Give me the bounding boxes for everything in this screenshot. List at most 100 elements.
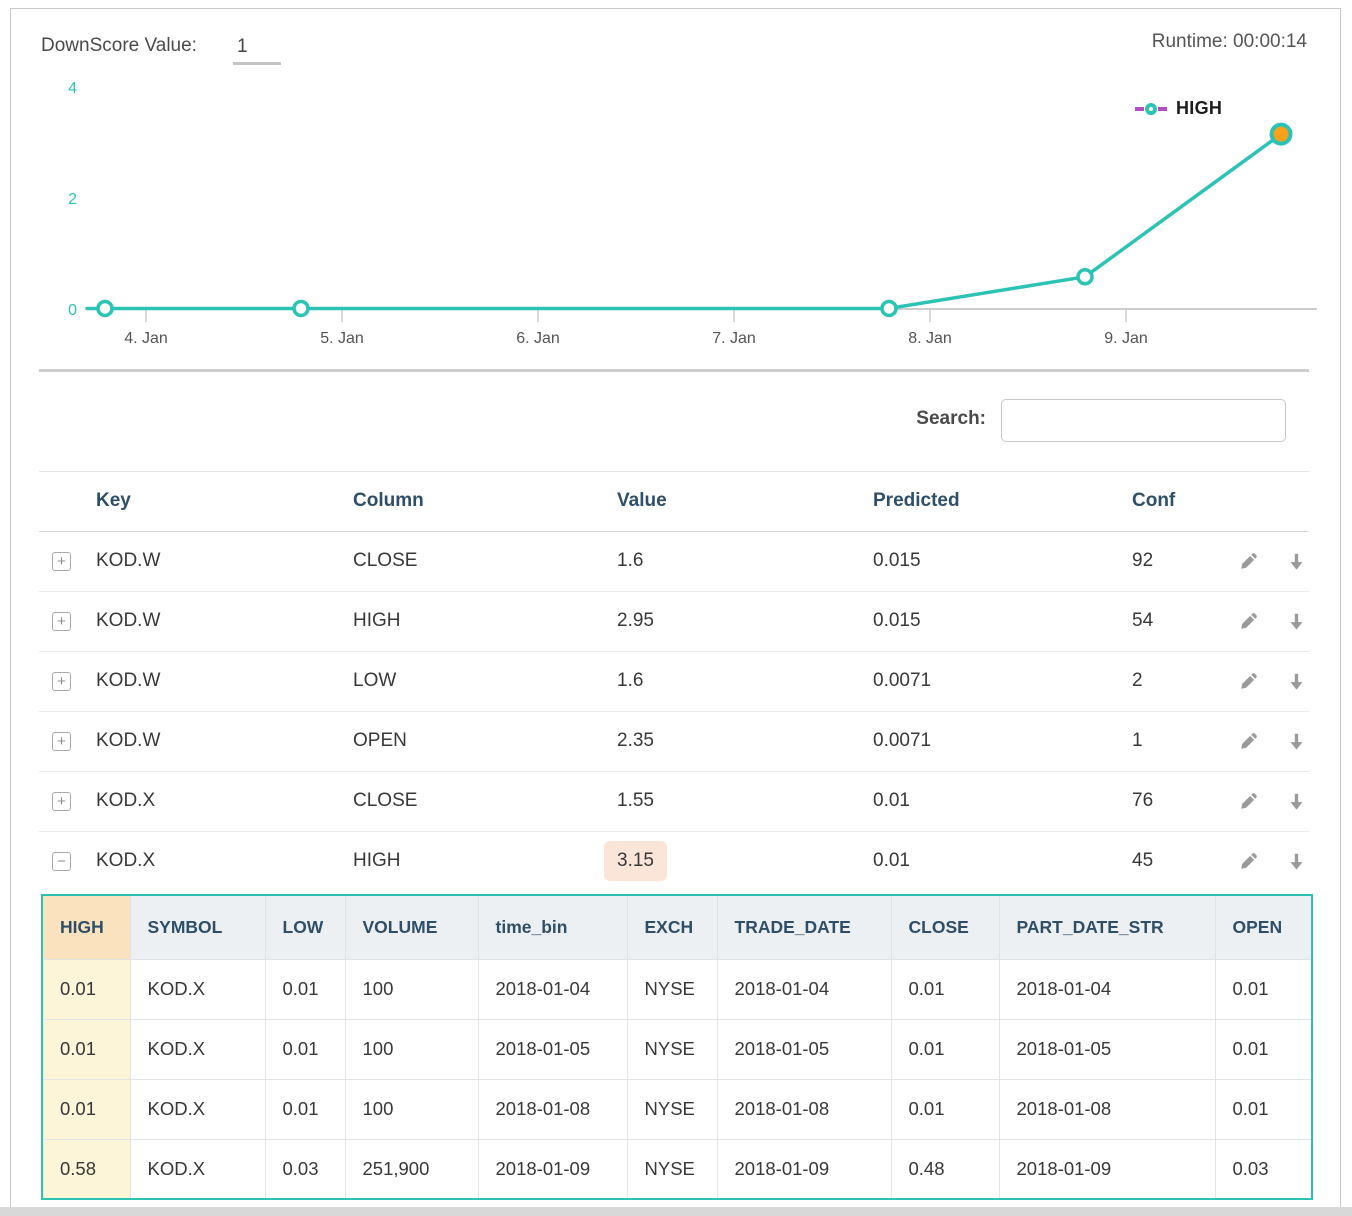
edit-button[interactable] <box>1237 672 1259 694</box>
detail-cell: NYSE <box>627 1019 717 1079</box>
detail-cell: 0.01 <box>1215 1079 1312 1139</box>
column-header-key[interactable]: Key <box>96 490 131 512</box>
edit-button[interactable] <box>1237 732 1259 754</box>
down-arrow-icon <box>1287 792 1306 811</box>
column-header-conf[interactable]: Conf <box>1132 490 1175 512</box>
svg-text:9. Jan: 9. Jan <box>1104 330 1148 347</box>
svg-text:6. Jan: 6. Jan <box>516 330 560 347</box>
svg-text:2: 2 <box>68 191 77 208</box>
downscore-label: DownScore Value: <box>41 35 197 57</box>
predicted-cell: 0.0071 <box>873 730 931 752</box>
edit-button[interactable] <box>1237 852 1259 874</box>
content-card: DownScore Value: Runtime: 00:00:14 4. Ja… <box>10 8 1341 1207</box>
down-arrow-button[interactable] <box>1285 792 1307 814</box>
key-cell: KOD.X <box>96 790 155 812</box>
expand-row-button[interactable]: + <box>52 732 71 751</box>
detail-header-symbol: SYMBOL <box>130 895 265 959</box>
detail-cell: 0.01 <box>265 959 345 1019</box>
down-arrow-button[interactable] <box>1285 732 1307 754</box>
detail-cell: 0.48 <box>891 1139 999 1199</box>
detail-cell: 2018-01-09 <box>717 1139 891 1199</box>
value-cell: 2.35 <box>617 730 654 752</box>
key-cell: KOD.W <box>96 610 160 632</box>
predicted-cell: 0.01 <box>873 850 910 872</box>
detail-cell: 0.03 <box>1215 1139 1312 1199</box>
detail-table: HIGH SYMBOL LOW VOLUME time_bin EXCH TRA… <box>41 894 1313 1200</box>
detail-cell: KOD.X <box>130 959 265 1019</box>
detail-cell: 2018-01-04 <box>999 959 1215 1019</box>
detail-cell: 2018-01-05 <box>717 1019 891 1079</box>
predicted-cell: 0.015 <box>873 610 921 632</box>
detail-cell: 0.03 <box>265 1139 345 1199</box>
column-cell: LOW <box>353 670 396 692</box>
downscore-input[interactable] <box>233 31 281 65</box>
down-arrow-icon <box>1287 852 1306 871</box>
detail-cell: 0.01 <box>42 1079 130 1139</box>
down-arrow-icon <box>1287 732 1306 751</box>
table-row: + KOD.W CLOSE 1.6 0.015 92 <box>39 532 1309 592</box>
svg-text:0: 0 <box>68 302 77 319</box>
svg-text:8. Jan: 8. Jan <box>908 330 952 347</box>
column-cell: OPEN <box>353 730 407 752</box>
expand-row-button[interactable]: + <box>52 612 71 631</box>
conf-cell: 45 <box>1132 850 1153 872</box>
detail-cell: 100 <box>345 1079 478 1139</box>
detail-cell: NYSE <box>627 1139 717 1199</box>
expand-row-button[interactable]: + <box>52 552 71 571</box>
column-cell: HIGH <box>353 610 401 632</box>
search-row: Search: <box>39 399 1309 443</box>
detail-header-trade-date: TRADE_DATE <box>717 895 891 959</box>
down-arrow-button[interactable] <box>1285 552 1307 574</box>
table-row: + KOD.X CLOSE 1.55 0.01 76 <box>39 772 1309 832</box>
legend-item-high[interactable]: HIGH <box>1135 98 1222 119</box>
column-header-column[interactable]: Column <box>353 490 424 512</box>
detail-cell: 2018-01-09 <box>999 1139 1215 1199</box>
table-body: + KOD.W CLOSE 1.6 0.015 92 + KOD.W HIGH … <box>39 532 1309 892</box>
detail-cell: 100 <box>345 1019 478 1079</box>
detail-cell: NYSE <box>627 959 717 1019</box>
down-arrow-button[interactable] <box>1285 852 1307 874</box>
page-bottom-strip <box>0 1207 1352 1216</box>
detail-row: 0.01 KOD.X 0.01 100 2018-01-05 NYSE 2018… <box>42 1019 1312 1079</box>
pencil-icon <box>1239 672 1258 691</box>
column-header-value[interactable]: Value <box>617 490 667 512</box>
down-arrow-button[interactable] <box>1285 672 1307 694</box>
detail-cell: 251,900 <box>345 1139 478 1199</box>
detail-cell: 0.01 <box>891 1019 999 1079</box>
svg-text:4: 4 <box>68 80 77 97</box>
detail-cell: 0.01 <box>891 1079 999 1139</box>
edit-button[interactable] <box>1237 552 1259 574</box>
detail-cell: 0.01 <box>1215 1019 1312 1079</box>
detail-header-row: HIGH SYMBOL LOW VOLUME time_bin EXCH TRA… <box>42 895 1312 959</box>
detail-cell: 0.01 <box>265 1019 345 1079</box>
column-header-predicted[interactable]: Predicted <box>873 490 960 512</box>
down-arrow-button[interactable] <box>1285 612 1307 634</box>
expand-row-button[interactable]: + <box>52 792 71 811</box>
conf-cell: 54 <box>1132 610 1153 632</box>
runtime-text: Runtime: 00:00:14 <box>1152 31 1307 53</box>
table-row: + KOD.W OPEN 2.35 0.0071 1 <box>39 712 1309 772</box>
edit-button[interactable] <box>1237 612 1259 634</box>
collapse-row-button[interactable]: − <box>52 852 71 871</box>
conf-cell: 1 <box>1132 730 1143 752</box>
pencil-icon <box>1239 732 1258 751</box>
table-row-expanded: − KOD.X HIGH 3.15 0.01 45 <box>39 832 1309 892</box>
detail-cell: 100 <box>345 959 478 1019</box>
search-input[interactable] <box>1001 399 1286 442</box>
expand-row-button[interactable]: + <box>52 672 71 691</box>
table-header-row: Key Column Value Predicted Conf <box>39 471 1309 532</box>
conf-cell: 2 <box>1132 670 1143 692</box>
detail-header-high: HIGH <box>42 895 130 959</box>
table-row: + KOD.W HIGH 2.95 0.015 54 <box>39 592 1309 652</box>
column-cell: CLOSE <box>353 790 417 812</box>
value-cell: 1.6 <box>617 550 643 572</box>
key-cell: KOD.W <box>96 670 160 692</box>
detail-cell: 2018-01-05 <box>478 1019 627 1079</box>
svg-text:7. Jan: 7. Jan <box>712 330 756 347</box>
edit-button[interactable] <box>1237 792 1259 814</box>
detail-cell: 2018-01-08 <box>999 1079 1215 1139</box>
detail-cell: 2018-01-04 <box>478 959 627 1019</box>
predicted-cell: 0.01 <box>873 790 910 812</box>
detail-header-volume: VOLUME <box>345 895 478 959</box>
key-cell: KOD.W <box>96 550 160 572</box>
